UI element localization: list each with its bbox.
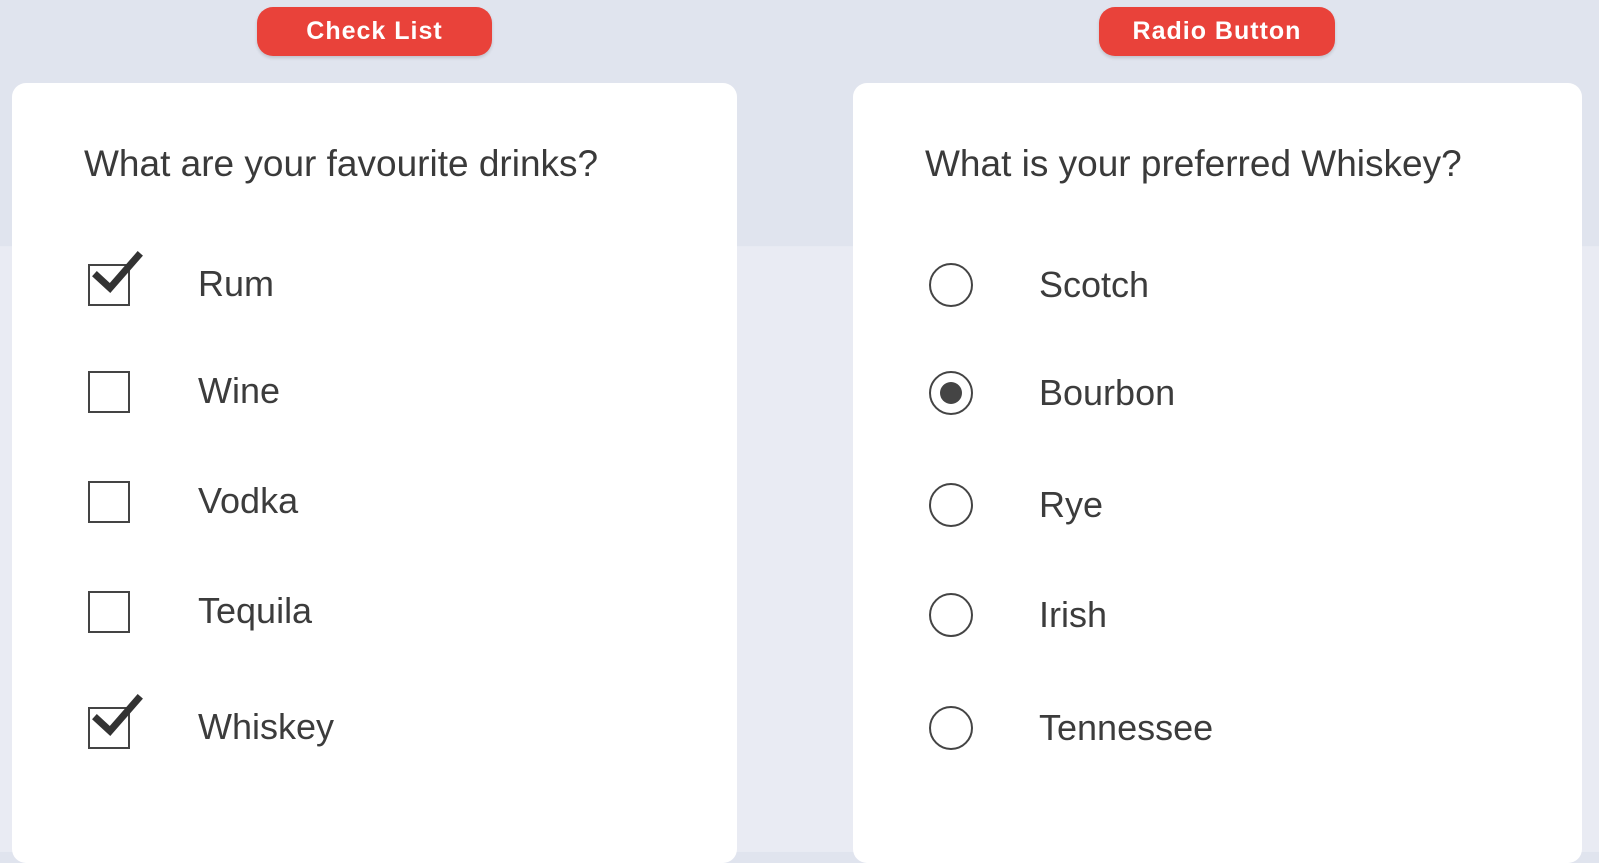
option-label: Whiskey (198, 706, 335, 747)
radio-irish[interactable] (929, 593, 973, 637)
check-list-card: What are your favourite drinks? Rum Wine… (12, 83, 737, 863)
option-label: Tequila (198, 590, 313, 631)
checkbox-whiskey[interactable] (88, 694, 143, 749)
check-list-badge: Check List (257, 7, 492, 56)
radio-rye[interactable] (929, 483, 973, 527)
radio-question: What is your preferred Whiskey? (925, 143, 1462, 184)
radio-button-card: What is your preferred Whiskey? Scotch B… (853, 83, 1582, 863)
option-label: Irish (1039, 594, 1108, 635)
option-label: Tennessee (1039, 707, 1214, 748)
radio-scotch[interactable] (929, 263, 973, 307)
option-label: Bourbon (1039, 372, 1176, 413)
checkbox-vodka[interactable] (88, 481, 130, 523)
option-label: Wine (198, 370, 281, 411)
radio-tennessee[interactable] (929, 706, 973, 750)
radio-button-badge: Radio Button (1099, 7, 1335, 56)
option-label: Scotch (1039, 264, 1150, 305)
checkbox-rum[interactable] (88, 251, 143, 306)
option-label: Rye (1039, 484, 1104, 525)
radio-bourbon[interactable] (929, 371, 973, 415)
checkbox-wine[interactable] (88, 371, 130, 413)
checkmark-icon (92, 251, 143, 294)
option-label: Vodka (198, 480, 299, 521)
checkmark-icon (92, 694, 143, 737)
check-list-question: What are your favourite drinks? (84, 143, 599, 184)
option-label: Rum (198, 263, 275, 304)
radio-selected-dot-icon (940, 382, 962, 404)
checkbox-tequila[interactable] (88, 591, 130, 633)
